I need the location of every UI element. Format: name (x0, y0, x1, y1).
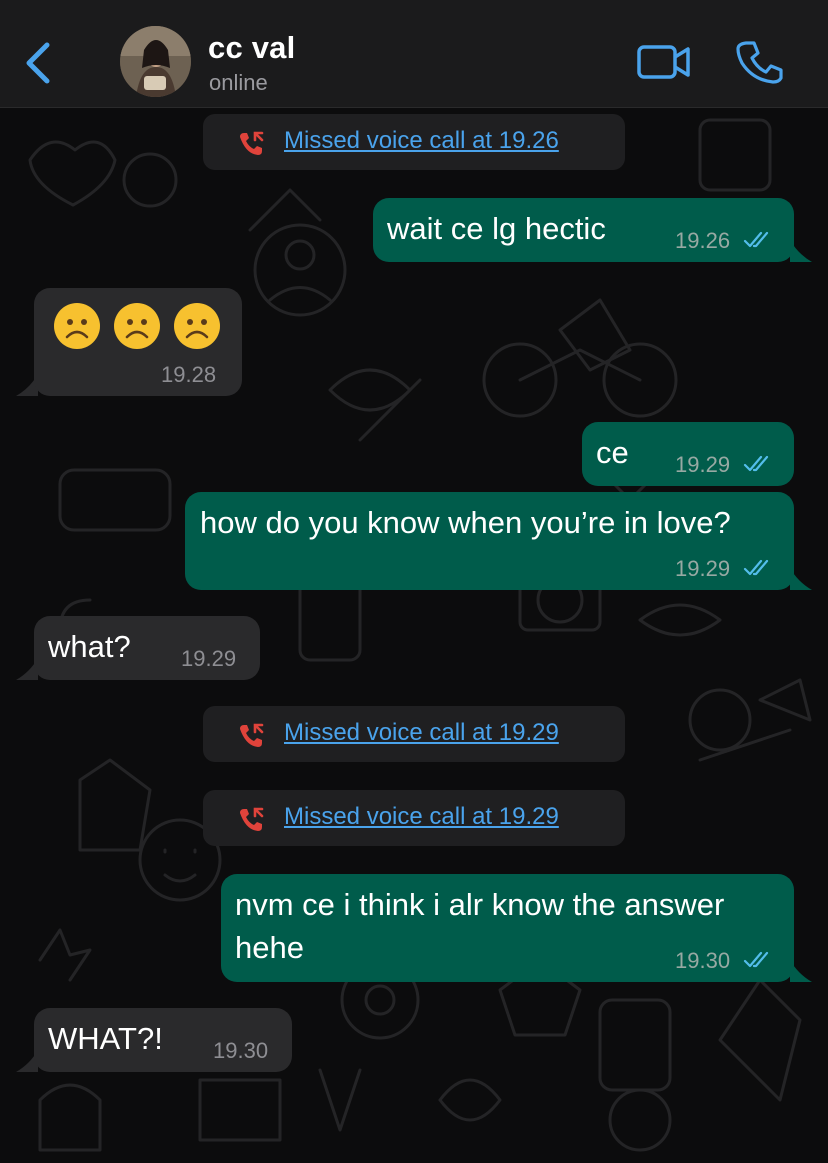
frowning-face-emoji (114, 303, 160, 349)
message-time: 19.29 (675, 452, 731, 477)
avatar-photo (120, 26, 191, 97)
message-text-line-2: hehe (235, 930, 304, 965)
outgoing-message[interactable]: nvm ce i think i alr know the answer heh… (221, 874, 794, 982)
incoming-message[interactable]: WHAT?! 19.30 (34, 1008, 292, 1072)
message-time: 19.30 (675, 948, 731, 973)
missed-call-icon (240, 723, 264, 747)
read-receipt-icon (743, 455, 769, 472)
outgoing-message[interactable]: wait ce lg hectic 19.26 (373, 198, 794, 262)
phone-icon (736, 41, 783, 84)
frowning-face-emoji (54, 303, 100, 349)
contact-avatar[interactable] (120, 26, 191, 97)
message-time: 19.29 (675, 556, 731, 581)
outgoing-message[interactable]: how do you know when you’re in love? 19.… (185, 492, 794, 590)
chat-header: cc val online (0, 0, 828, 108)
incoming-message[interactable]: what? 19.29 (34, 616, 260, 680)
voice-call-button[interactable] (736, 38, 784, 86)
message-text: ce (596, 435, 629, 470)
contact-status: online (209, 70, 268, 95)
outgoing-message[interactable]: ce 19.29 (582, 422, 794, 486)
incoming-message[interactable]: 19.28 (34, 288, 242, 396)
missed-call-notice[interactable]: Missed voice call at 19.29 (203, 790, 625, 846)
missed-call-text[interactable]: Missed voice call at 19.29 (284, 803, 559, 831)
video-call-button[interactable] (636, 40, 692, 84)
missed-call-text[interactable]: Missed voice call at 19.29 (284, 719, 559, 747)
missed-call-notice[interactable]: Missed voice call at 19.29 (203, 706, 625, 762)
message-time: 19.28 (161, 362, 217, 387)
missed-call-icon (240, 807, 264, 831)
read-receipt-icon (743, 559, 769, 576)
message-text: WHAT?! (48, 1021, 163, 1056)
missed-call-notice[interactable]: Missed voice call at 19.26 (203, 114, 625, 170)
message-time: 19.29 (181, 646, 237, 671)
message-time: 19.26 (675, 228, 731, 253)
video-camera-icon (637, 45, 690, 79)
read-receipt-icon (743, 231, 769, 248)
message-text: how do you know when you’re in love? (200, 505, 731, 540)
read-receipt-icon (743, 951, 769, 968)
message-text-line-1: nvm ce i think i alr know the answer (235, 887, 725, 922)
missed-call-icon (240, 131, 264, 155)
message-time: 19.30 (213, 1038, 269, 1063)
chevron-left-icon (26, 42, 50, 84)
message-text: what? (48, 629, 131, 664)
back-button[interactable] (18, 38, 58, 88)
contact-name[interactable]: cc val (208, 30, 295, 66)
missed-call-text[interactable]: Missed voice call at 19.26 (284, 127, 559, 155)
message-text: wait ce lg hectic (387, 211, 606, 246)
frowning-face-emoji (174, 303, 220, 349)
